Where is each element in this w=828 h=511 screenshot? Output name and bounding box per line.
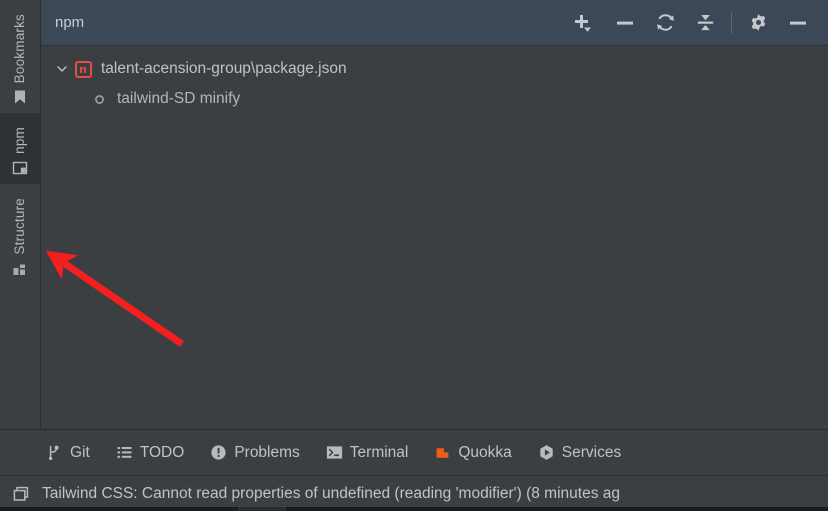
upper-region: Bookmarks npm Structure npm n talent-ace… bbox=[0, 0, 828, 429]
sidebar-item-bookmarks[interactable]: Bookmarks bbox=[0, 0, 40, 113]
tree-row-script[interactable]: tailwind-SD minify bbox=[41, 84, 828, 114]
npm-tool-window: npm n talent-acension-group\package.json… bbox=[41, 0, 828, 429]
npm-package-icon-glyph: n bbox=[74, 60, 92, 78]
settings-button[interactable] bbox=[738, 6, 778, 40]
todo-list-icon bbox=[116, 444, 133, 461]
tool-window-header: npm bbox=[41, 0, 828, 46]
sidebar-item-npm[interactable]: npm bbox=[0, 113, 40, 185]
sidebar-item-structure-label: Structure bbox=[12, 198, 28, 255]
quokka-icon bbox=[434, 444, 451, 461]
ide-window: Bookmarks npm Structure npm n talent-ace… bbox=[0, 0, 828, 511]
left-tool-rail: Bookmarks npm Structure bbox=[0, 0, 41, 429]
tree-row-package-root[interactable]: n talent-acension-group\package.json bbox=[41, 54, 828, 84]
refresh-icon bbox=[657, 14, 673, 31]
add-button[interactable] bbox=[565, 6, 605, 40]
status-bar[interactable]: Tailwind CSS: Cannot read properties of … bbox=[0, 475, 828, 511]
rail-spacer bbox=[0, 285, 40, 429]
bottom-item-todo[interactable]: TODO bbox=[116, 443, 185, 462]
gear-icon bbox=[751, 14, 765, 31]
bookmark-icon bbox=[12, 89, 28, 105]
status-bar-message: Tailwind CSS: Cannot read properties of … bbox=[42, 484, 621, 502]
problems-warning-icon bbox=[210, 444, 227, 461]
bottom-item-quokka[interactable]: Quokka bbox=[434, 443, 512, 462]
bottom-edge-strip bbox=[0, 507, 828, 511]
bottom-edge-block-right bbox=[286, 507, 828, 511]
npm-script-icon bbox=[89, 89, 109, 109]
remove-button[interactable] bbox=[605, 6, 645, 40]
tool-window-icon bbox=[12, 160, 28, 176]
minus-icon bbox=[617, 21, 633, 25]
tree-row-script-label: tailwind-SD minify bbox=[117, 90, 241, 107]
tree-row-package-root-label: talent-acension-group\package.json bbox=[101, 60, 347, 77]
tool-window-title: npm bbox=[55, 14, 85, 31]
git-branch-icon bbox=[46, 444, 63, 461]
sidebar-item-structure[interactable]: Structure bbox=[0, 184, 40, 285]
collapse-all-button[interactable] bbox=[685, 6, 725, 40]
bottom-item-problems[interactable]: Problems bbox=[210, 443, 300, 462]
bottom-item-git-label: Git bbox=[70, 443, 90, 461]
bottom-edge-block-left bbox=[0, 507, 238, 511]
terminal-icon bbox=[326, 444, 343, 461]
bottom-item-services-label: Services bbox=[561, 443, 622, 461]
bottom-item-todo-label: TODO bbox=[139, 443, 185, 461]
bottom-item-terminal-label: Terminal bbox=[349, 443, 409, 461]
services-play-icon bbox=[538, 444, 555, 461]
sidebar-item-npm-label: npm bbox=[12, 127, 28, 155]
structure-blocks-icon bbox=[12, 261, 28, 277]
bottom-item-terminal[interactable]: Terminal bbox=[326, 443, 409, 462]
toolbar-separator bbox=[731, 11, 732, 34]
plus-dropdown-icon bbox=[575, 14, 591, 32]
bottom-tool-bar: Git TODO Problems Terminal Quokka Servic… bbox=[0, 429, 828, 475]
npm-scripts-tree: n talent-acension-group\package.json tai… bbox=[41, 46, 828, 429]
event-log-icon bbox=[12, 485, 30, 503]
npm-package-icon: n bbox=[73, 59, 93, 79]
reload-button[interactable] bbox=[645, 6, 685, 40]
chevron-down-icon[interactable] bbox=[51, 58, 73, 80]
hide-button[interactable] bbox=[778, 6, 818, 40]
minimize-icon bbox=[790, 21, 806, 25]
bottom-item-quokka-label: Quokka bbox=[458, 443, 512, 461]
tool-window-actions bbox=[565, 6, 818, 40]
bottom-item-services[interactable]: Services bbox=[538, 444, 621, 462]
bottom-item-git[interactable]: Git bbox=[46, 444, 90, 462]
bottom-item-problems-label: Problems bbox=[234, 443, 300, 461]
sidebar-item-bookmarks-label: Bookmarks bbox=[12, 14, 28, 84]
collapse-all-icon bbox=[697, 15, 713, 31]
